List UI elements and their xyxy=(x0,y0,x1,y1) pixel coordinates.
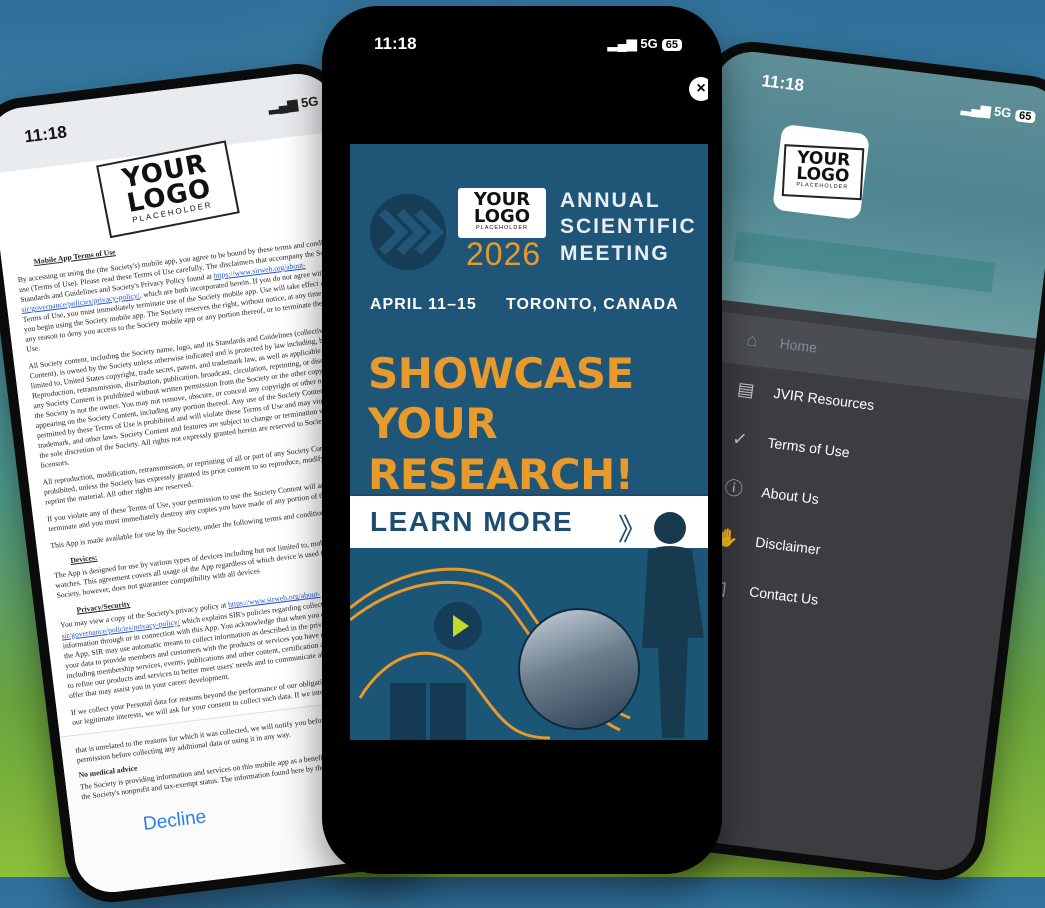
logo-line2: LOGO xyxy=(473,206,531,228)
menu-label: Home xyxy=(778,335,818,356)
document-icon: ▤ xyxy=(736,378,756,401)
menu-label: Disclaimer xyxy=(754,533,822,558)
ad-header: YOUR LOGO PLACEHOLDER 2026 ANNUAL SCIENTI… xyxy=(350,144,708,499)
event-line: ANNUAL xyxy=(560,189,661,212)
menu-label: JVIR Resources xyxy=(772,384,876,414)
status-time: 11:18 xyxy=(374,34,417,53)
status-signal: ▂▄▆ 5G xyxy=(268,93,320,115)
ad-screen: 11:18 ▂▄▆ 5G 65 × YOUR LOGO PLACEHOLDER 20… xyxy=(336,20,708,860)
event-line: MEETING xyxy=(560,241,670,265)
status-time: 11:18 xyxy=(760,71,806,96)
logo-sub: PLACEHOLDER xyxy=(476,225,528,232)
play-button[interactable] xyxy=(434,602,482,650)
play-icon xyxy=(453,615,469,637)
logo-placeholder: YOUR LOGO PLACEHOLDER xyxy=(458,188,546,238)
event-line: SCIENTIFIC xyxy=(560,215,697,239)
logo-text: YOUR LOGO xyxy=(458,188,546,228)
signal-bars-icon: ▂▄▆ xyxy=(607,36,641,51)
headline-line: RESEARCH! xyxy=(368,449,634,499)
status-signal: ▂▄▆ 5G 65 xyxy=(961,100,1037,125)
chevron-logo-icon xyxy=(370,194,446,270)
event-name: ANNUAL SCIENTIFIC MEETING xyxy=(560,188,697,267)
battery-icon: 65 xyxy=(661,39,682,51)
decline-button[interactable]: Decline xyxy=(142,806,208,836)
header-banner xyxy=(733,231,996,293)
headline-line: SHOWCASE YOUR xyxy=(368,349,634,449)
ad-headline: SHOWCASE YOUR RESEARCH! xyxy=(368,349,708,500)
event-location: TORONTO, CANADA xyxy=(506,296,679,313)
network-label: 5G xyxy=(993,103,1013,121)
battery-icon: 65 xyxy=(1014,109,1036,124)
app-logo: YOUR LOGO PLACEHOLDER xyxy=(772,123,870,220)
network-label: 5G xyxy=(300,93,320,111)
meeting-ad[interactable]: YOUR LOGO PLACEHOLDER 2026 ANNUAL SCIENTI… xyxy=(350,144,708,740)
person-silhouette-graphic xyxy=(642,512,704,738)
phone-ad-popup: 11:18 ▂▄▆ 5G 65 × YOUR LOGO PLACEHOLDER 20… xyxy=(322,6,722,874)
network-label: 5G xyxy=(640,36,658,51)
menu-label: About Us xyxy=(760,484,820,508)
close-icon[interactable]: × xyxy=(689,77,708,101)
info-icon: ⓘ xyxy=(723,477,744,500)
logo-text: YOUR LOGO xyxy=(784,146,862,187)
menu-label: Contact Us xyxy=(748,583,820,608)
ad-visual xyxy=(350,512,708,740)
menu-label: Terms of Use xyxy=(766,434,851,461)
status-time: 11:18 xyxy=(23,122,68,147)
home-icon: ⌂ xyxy=(745,329,759,351)
menu-header: 11:18 ▂▄▆ 5G 65 YOUR LOGO PLACEHOLDER xyxy=(688,47,1045,339)
logo-placeholder: YOUR LOGO PLACEHOLDER xyxy=(781,144,865,201)
event-year: 2026 xyxy=(466,236,542,272)
learn-more-label: LEARN MORE xyxy=(370,506,574,537)
status-signal: ▂▄▆ 5G 65 xyxy=(608,36,682,52)
event-dates: APRIL 11–15 xyxy=(370,296,477,313)
checklist-icon: ✓ xyxy=(731,428,749,450)
signal-bars-icon: ▂▄▆ xyxy=(267,95,302,115)
signal-bars-icon: ▂▄▆ xyxy=(960,99,996,119)
